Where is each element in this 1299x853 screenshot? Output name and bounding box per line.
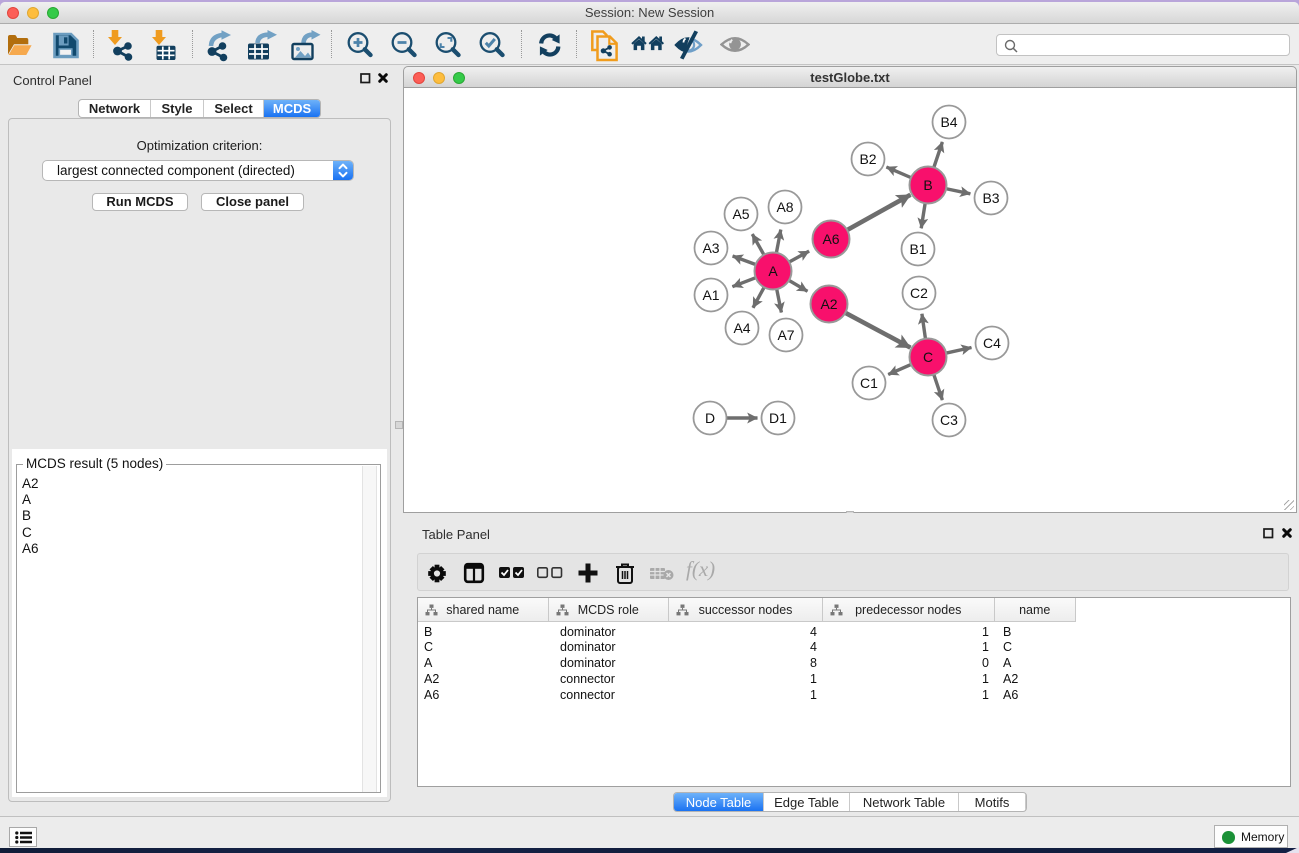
- svg-text:B3: B3: [982, 190, 999, 206]
- svg-text:C4: C4: [983, 335, 1001, 351]
- svg-text:A6: A6: [822, 231, 839, 247]
- svg-text:A3: A3: [702, 240, 719, 256]
- svg-text:A: A: [768, 263, 778, 279]
- svg-text:D: D: [705, 410, 715, 426]
- svg-text:D1: D1: [769, 410, 787, 426]
- svg-text:A2: A2: [820, 296, 837, 312]
- svg-text:C3: C3: [940, 412, 958, 428]
- svg-text:C: C: [923, 349, 933, 365]
- svg-text:B1: B1: [909, 241, 926, 257]
- svg-text:A8: A8: [776, 199, 793, 215]
- svg-text:B4: B4: [940, 114, 957, 130]
- svg-text:A5: A5: [732, 206, 749, 222]
- svg-text:A7: A7: [777, 327, 794, 343]
- svg-text:A4: A4: [733, 320, 750, 336]
- svg-text:A1: A1: [702, 287, 719, 303]
- svg-text:C2: C2: [910, 285, 928, 301]
- svg-text:B: B: [923, 177, 932, 193]
- svg-text:B2: B2: [859, 151, 876, 167]
- svg-text:C1: C1: [860, 375, 878, 391]
